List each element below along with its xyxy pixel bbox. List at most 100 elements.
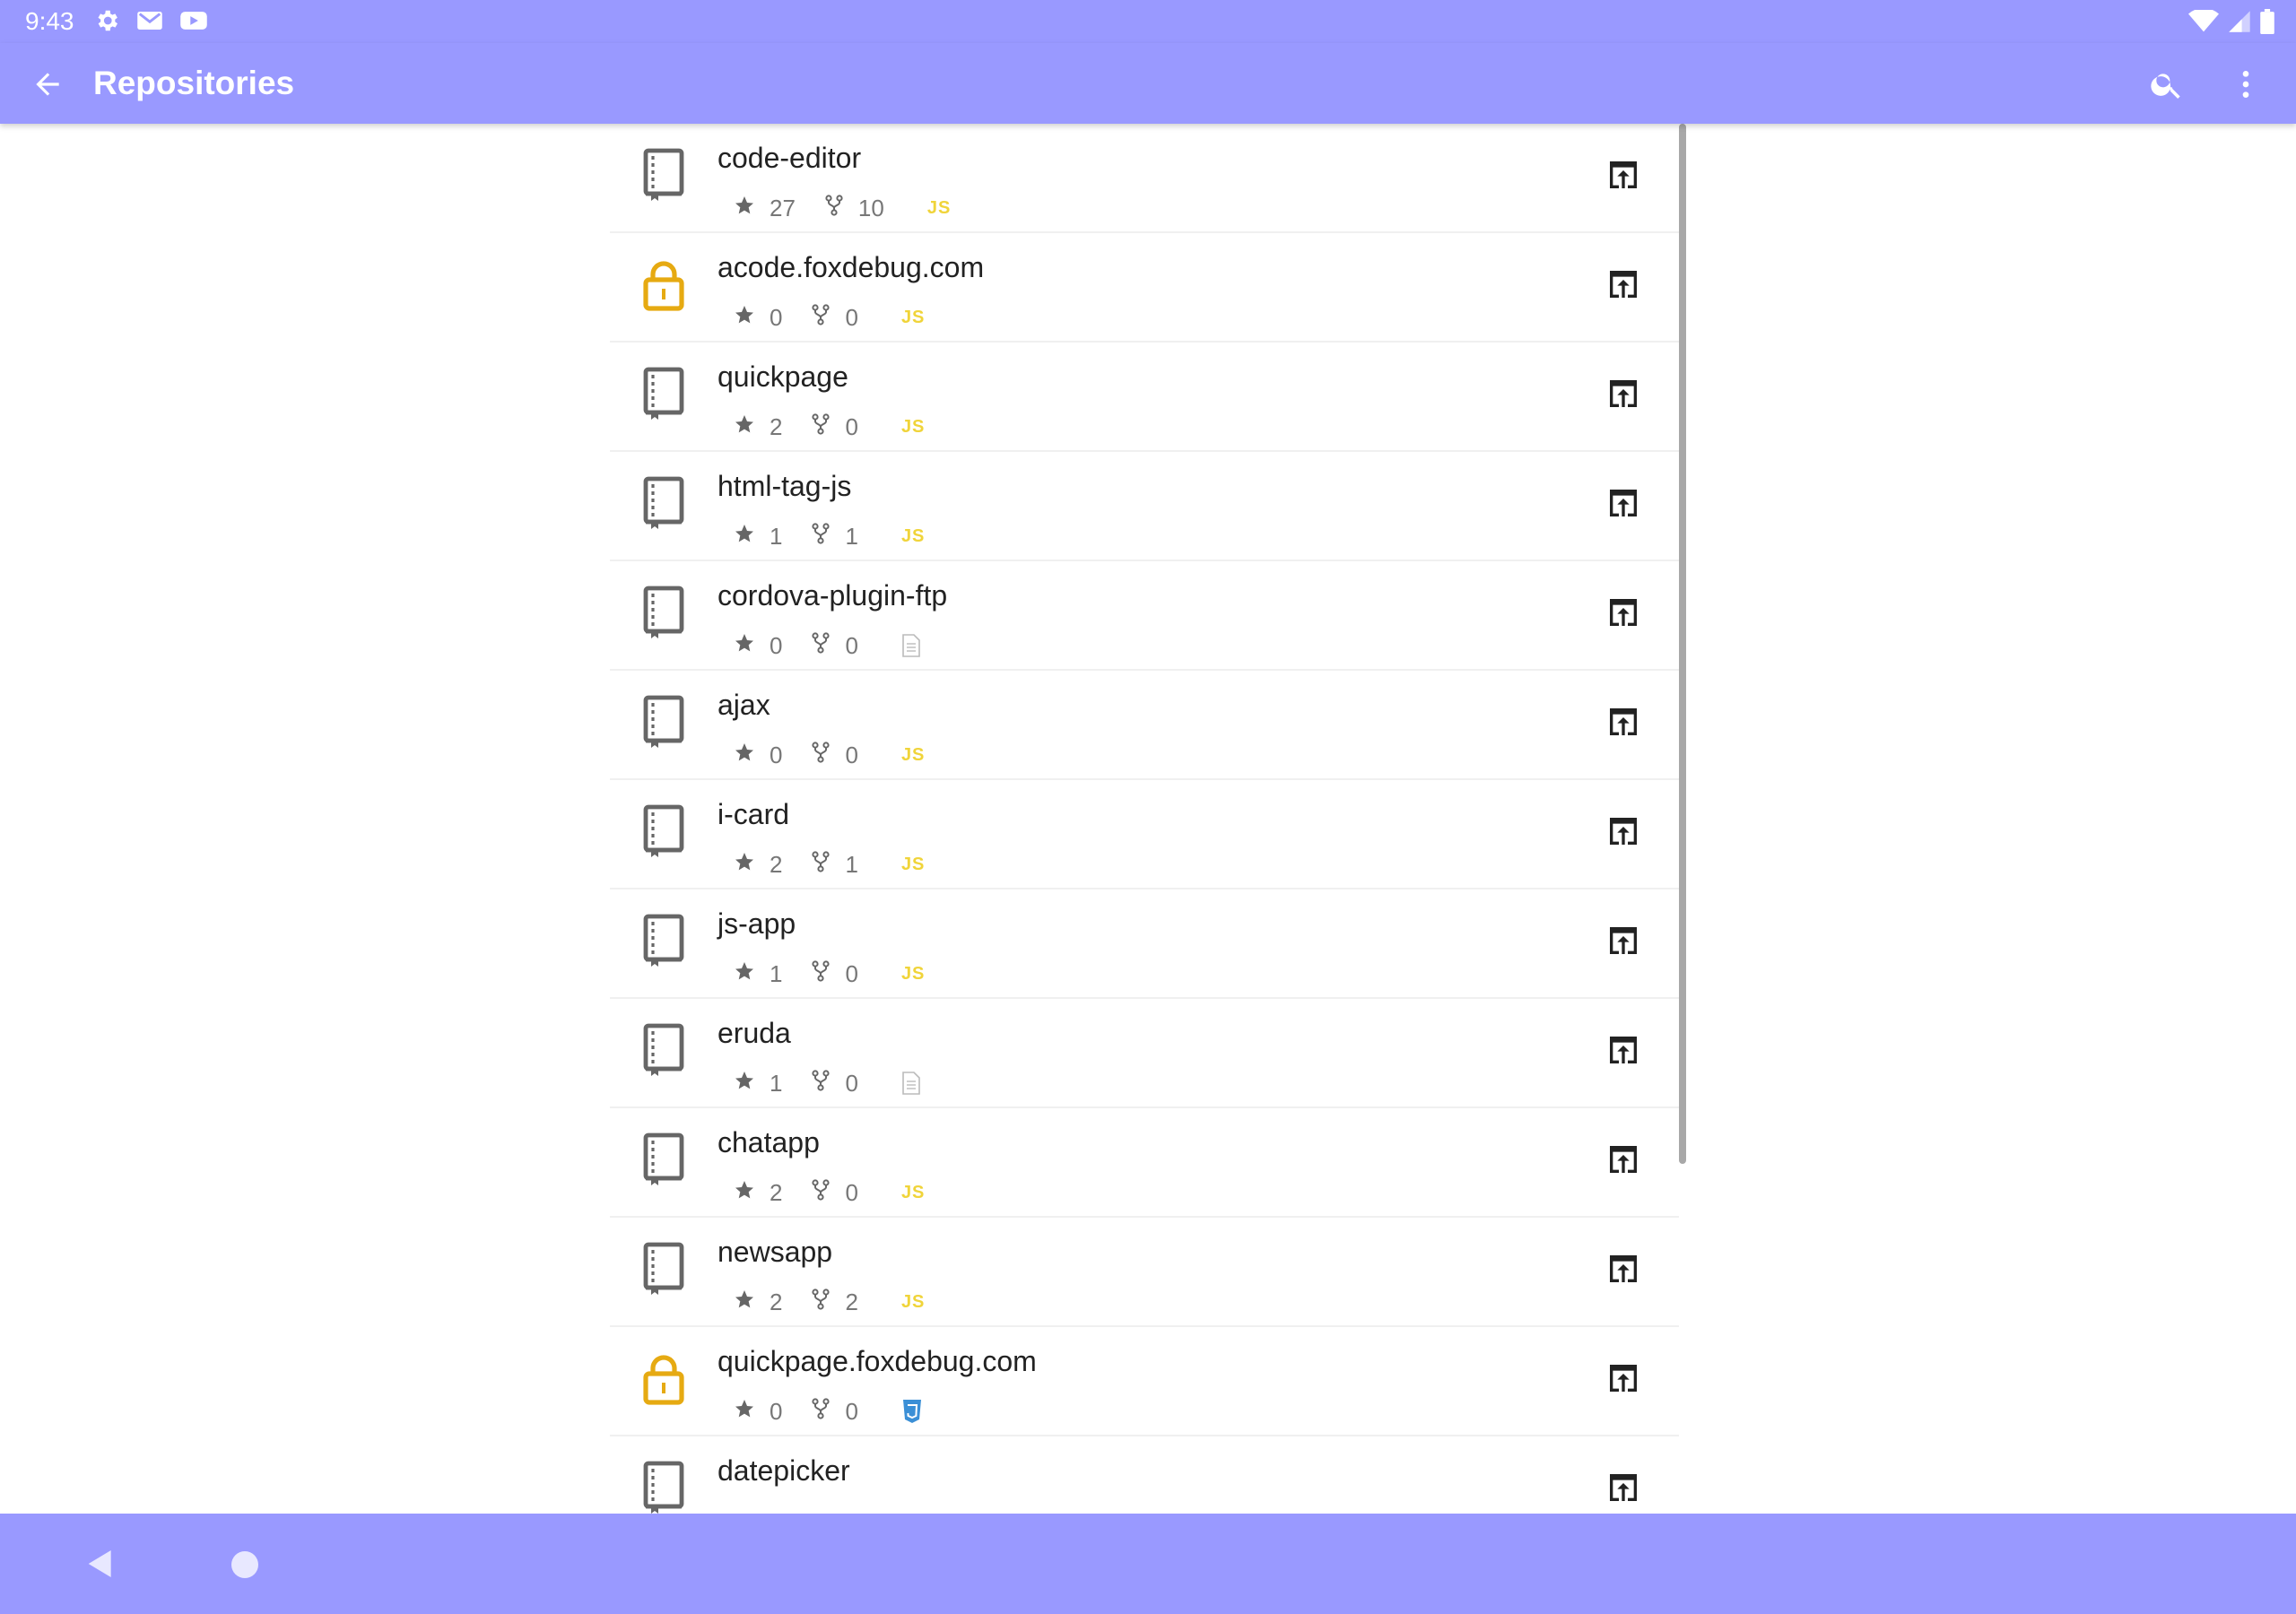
repo-name: newsapp — [718, 1236, 833, 1268]
open-in-icon — [1605, 266, 1641, 307]
fork-icon — [811, 1178, 831, 1207]
repo-name: cordova-plugin-ftp — [718, 579, 948, 612]
list-item[interactable]: quickpage 2 0 JS — [610, 343, 1679, 452]
list-item[interactable]: i-card 2 1 JS — [610, 780, 1679, 889]
star-count: 0 — [770, 631, 783, 659]
search-button[interactable] — [2145, 63, 2188, 106]
nav-home-icon[interactable] — [231, 1551, 258, 1578]
star-icon — [734, 523, 755, 551]
star-count: 0 — [770, 303, 783, 331]
list-item[interactable]: acode.foxdebug.com 0 0 JS — [610, 233, 1679, 343]
open-in-icon — [1605, 813, 1641, 854]
open-repo-button[interactable] — [1605, 1143, 1641, 1179]
open-repo-button[interactable] — [1605, 924, 1641, 960]
fork-icon — [811, 412, 831, 441]
open-in-icon — [1605, 594, 1641, 635]
fork-count: 0 — [845, 1178, 858, 1206]
fork-count: 0 — [845, 412, 858, 440]
repo-stats: 2 1 JS — [734, 848, 925, 881]
open-repo-button[interactable] — [1605, 815, 1641, 851]
repo-stats: 1 1 JS — [734, 520, 925, 552]
fork-icon — [811, 741, 831, 769]
list-item[interactable]: html-tag-js 1 1 JS — [610, 452, 1679, 561]
open-repo-button[interactable] — [1605, 596, 1641, 632]
wifi-icon — [2188, 8, 2219, 38]
fork-count: 1 — [845, 522, 858, 550]
fork-count: 0 — [845, 303, 858, 331]
open-repo-button[interactable] — [1605, 159, 1641, 195]
list-item[interactable]: ajax 0 0 JS — [610, 671, 1679, 780]
fork-icon — [811, 1069, 831, 1098]
open-repo-button[interactable] — [1605, 487, 1641, 523]
open-repo-button[interactable] — [1605, 1471, 1641, 1507]
open-in-icon — [1605, 1141, 1641, 1182]
fork-count: 0 — [845, 741, 858, 768]
list-item[interactable]: newsapp 2 2 JS — [610, 1218, 1679, 1327]
arrow-back-icon — [36, 73, 59, 96]
star-count: 0 — [770, 1397, 783, 1425]
status-time: 9:43 — [25, 7, 74, 35]
star-icon — [734, 960, 755, 988]
star-icon — [734, 1179, 755, 1207]
repo-name: quickpage.foxdebug.com — [718, 1345, 1037, 1377]
list-item[interactable]: eruda 1 0 — [610, 999, 1679, 1108]
language-badge-js: JS — [900, 307, 926, 327]
language-badge-js: JS — [900, 525, 926, 546]
star-count: 2 — [770, 412, 783, 440]
list-item[interactable]: code-editor 27 10 JS — [610, 124, 1679, 233]
fork-icon — [811, 850, 831, 879]
star-icon — [734, 413, 755, 441]
page-title: Repositories — [93, 65, 295, 101]
repository-list[interactable]: code-editor 27 10 JS acode.foxdebug.com 0 0 JS q… — [610, 124, 1679, 1514]
repo-book-icon — [640, 366, 687, 421]
repo-book-icon — [640, 913, 687, 968]
open-in-icon — [1605, 485, 1641, 525]
repo-stats: 2 2 JS — [734, 1286, 925, 1318]
open-repo-button[interactable] — [1605, 268, 1641, 304]
language-badge-js: JS — [900, 744, 926, 765]
star-count: 2 — [770, 1288, 783, 1315]
fork-count: 1 — [845, 850, 858, 878]
open-in-icon — [1605, 157, 1641, 197]
nav-back-icon[interactable] — [83, 1546, 118, 1582]
star-icon — [734, 304, 755, 332]
open-in-icon — [1605, 1251, 1641, 1291]
scrollbar[interactable] — [1679, 124, 1686, 1164]
open-repo-button[interactable] — [1605, 377, 1641, 413]
repo-name: quickpage — [718, 360, 848, 393]
star-icon — [734, 1070, 755, 1098]
open-in-icon — [1605, 1032, 1641, 1072]
open-in-icon — [1605, 1470, 1641, 1510]
repo-stats: 0 0 JS — [734, 301, 925, 334]
repo-stats: 00 — [734, 629, 921, 662]
gmail-icon — [136, 10, 163, 36]
star-icon — [734, 851, 755, 879]
repo-stats: 00 — [734, 1395, 923, 1427]
search-icon — [2151, 74, 2180, 99]
open-repo-button[interactable] — [1605, 706, 1641, 742]
star-count: 27 — [770, 194, 796, 221]
open-repo-button[interactable] — [1605, 1362, 1641, 1398]
list-item[interactable]: cordova-plugin-ftp 0 0 — [610, 561, 1679, 671]
open-repo-button[interactable] — [1605, 1034, 1641, 1070]
open-in-icon — [1605, 704, 1641, 744]
repo-stats: 27 10 JS — [734, 192, 951, 224]
star-count: 1 — [770, 1069, 783, 1097]
css-icon — [901, 1399, 923, 1424]
status-system-icons — [2188, 8, 2274, 39]
fork-icon — [811, 1288, 831, 1316]
back-button[interactable] — [27, 64, 68, 105]
repo-stats: 2 0 JS — [734, 1176, 925, 1209]
list-item[interactable]: datepicker — [610, 1436, 1679, 1514]
repo-book-icon — [640, 585, 687, 640]
star-icon — [734, 195, 755, 222]
list-item[interactable]: js-app 1 0 JS — [610, 889, 1679, 999]
list-item[interactable]: chatapp 2 0 JS — [610, 1108, 1679, 1218]
file-icon — [901, 634, 921, 657]
repo-name: acode.foxdebug.com — [718, 251, 985, 283]
repo-book-icon — [640, 475, 687, 531]
list-item[interactable]: quickpage.foxdebug.com 0 0 — [610, 1327, 1679, 1436]
more-options-button[interactable] — [2224, 63, 2267, 106]
open-repo-button[interactable] — [1605, 1253, 1641, 1289]
star-count: 2 — [770, 1178, 783, 1206]
